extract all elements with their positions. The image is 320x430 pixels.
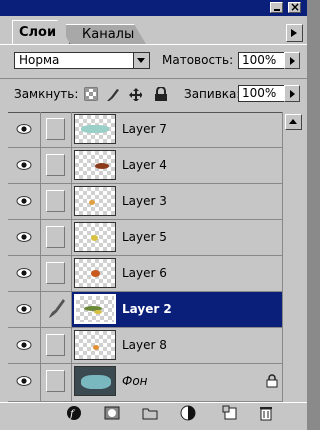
layer-name[interactable]: Layer 8: [122, 338, 167, 352]
visibility-toggle[interactable]: [8, 148, 41, 183]
scroll-up-button[interactable]: [285, 114, 302, 130]
folder-icon[interactable]: [142, 405, 158, 421]
trash-icon[interactable]: [258, 405, 274, 421]
layer-row[interactable]: Layer 7: [8, 112, 282, 148]
panel-menu-button[interactable]: [286, 24, 303, 42]
blend-mode-select[interactable]: Норма: [14, 52, 150, 69]
layers-panel: Каналы Слои Норма Матовость: 100% Замкну…: [0, 0, 307, 430]
close-button[interactable]: [288, 0, 301, 14]
opacity-input[interactable]: 100%: [238, 52, 285, 69]
layer-thumbnail: [74, 330, 116, 360]
visibility-toggle[interactable]: [8, 256, 41, 291]
layer-thumbnail: [74, 222, 116, 252]
layer-thumbnail: [74, 294, 116, 324]
adjustment-layer-icon[interactable]: [180, 405, 196, 421]
visibility-toggle[interactable]: [8, 328, 41, 363]
eye-icon: [16, 304, 32, 314]
fill-label: Запивка:: [184, 87, 241, 101]
lock-icon: [266, 374, 278, 388]
layer-row[interactable]: Layer 8: [8, 328, 282, 364]
layer-row[interactable]: Layer 5: [8, 220, 282, 256]
layer-name[interactable]: Layer 5: [122, 230, 167, 244]
eye-icon: [16, 232, 32, 242]
chevron-down-icon[interactable]: [133, 53, 149, 68]
lock-image-brush-icon[interactable]: [105, 87, 119, 101]
new-layer-icon[interactable]: [222, 405, 238, 421]
layer-row[interactable]: Layer 3: [8, 184, 282, 220]
scrollbar[interactable]: [282, 112, 304, 402]
layer-thumbnail: [74, 258, 116, 288]
lock-label: Замкнуть:: [14, 87, 79, 101]
paintbrush-icon: [49, 299, 65, 318]
eye-icon: [16, 160, 32, 170]
layer-row-selected[interactable]: Layer 2: [8, 292, 282, 328]
fill-input[interactable]: 100%: [238, 85, 285, 102]
eye-icon: [16, 196, 32, 206]
layer-thumbnail: [74, 186, 116, 216]
layer-name[interactable]: Layer 7: [122, 122, 167, 136]
layer-mask-icon[interactable]: [104, 405, 120, 421]
layer-row[interactable]: Layer 4: [8, 148, 282, 184]
layer-name[interactable]: Layer 3: [122, 194, 167, 208]
link-cell[interactable]: [41, 148, 72, 183]
opacity-label: Матовость:: [162, 53, 234, 67]
link-cell[interactable]: [41, 364, 72, 401]
layer-row-background[interactable]: Фон: [8, 364, 282, 402]
eye-icon: [16, 268, 32, 278]
layer-thumbnail: [74, 114, 116, 144]
visibility-toggle[interactable]: [8, 364, 41, 401]
fill-slider-button[interactable]: [284, 85, 300, 102]
link-cell[interactable]: [41, 220, 72, 255]
link-cell[interactable]: [41, 184, 72, 219]
tab-channels[interactable]: Каналы: [66, 24, 146, 44]
blend-mode-value: Норма: [19, 53, 60, 67]
eye-icon: [16, 376, 32, 386]
eye-icon: [16, 340, 32, 350]
layer-name[interactable]: Фон: [122, 374, 148, 388]
link-cell[interactable]: [41, 112, 72, 147]
visibility-toggle[interactable]: [8, 184, 41, 219]
lock-position-move-icon[interactable]: [128, 87, 142, 101]
layer-name[interactable]: Layer 6: [122, 266, 167, 280]
layer-thumbnail: [74, 150, 116, 180]
eye-icon: [16, 124, 32, 134]
layer-name[interactable]: Layer 4: [122, 158, 167, 172]
layer-style-icon[interactable]: f: [66, 405, 82, 421]
visibility-toggle[interactable]: [8, 292, 41, 327]
link-cell[interactable]: [41, 256, 72, 291]
layer-row[interactable]: Layer 6: [8, 256, 282, 292]
opacity-slider-button[interactable]: [284, 52, 300, 69]
lock-all-icon[interactable]: [154, 87, 168, 101]
minimize-button[interactable]: [270, 2, 283, 13]
link-cell[interactable]: [41, 292, 72, 327]
lock-transparency-icon[interactable]: [84, 87, 98, 101]
visibility-toggle[interactable]: [8, 112, 41, 147]
title-bar[interactable]: [0, 0, 307, 16]
visibility-toggle[interactable]: [8, 220, 41, 255]
link-cell[interactable]: [41, 328, 72, 363]
layer-thumbnail: [74, 366, 116, 396]
layer-name[interactable]: Layer 2: [122, 302, 172, 316]
